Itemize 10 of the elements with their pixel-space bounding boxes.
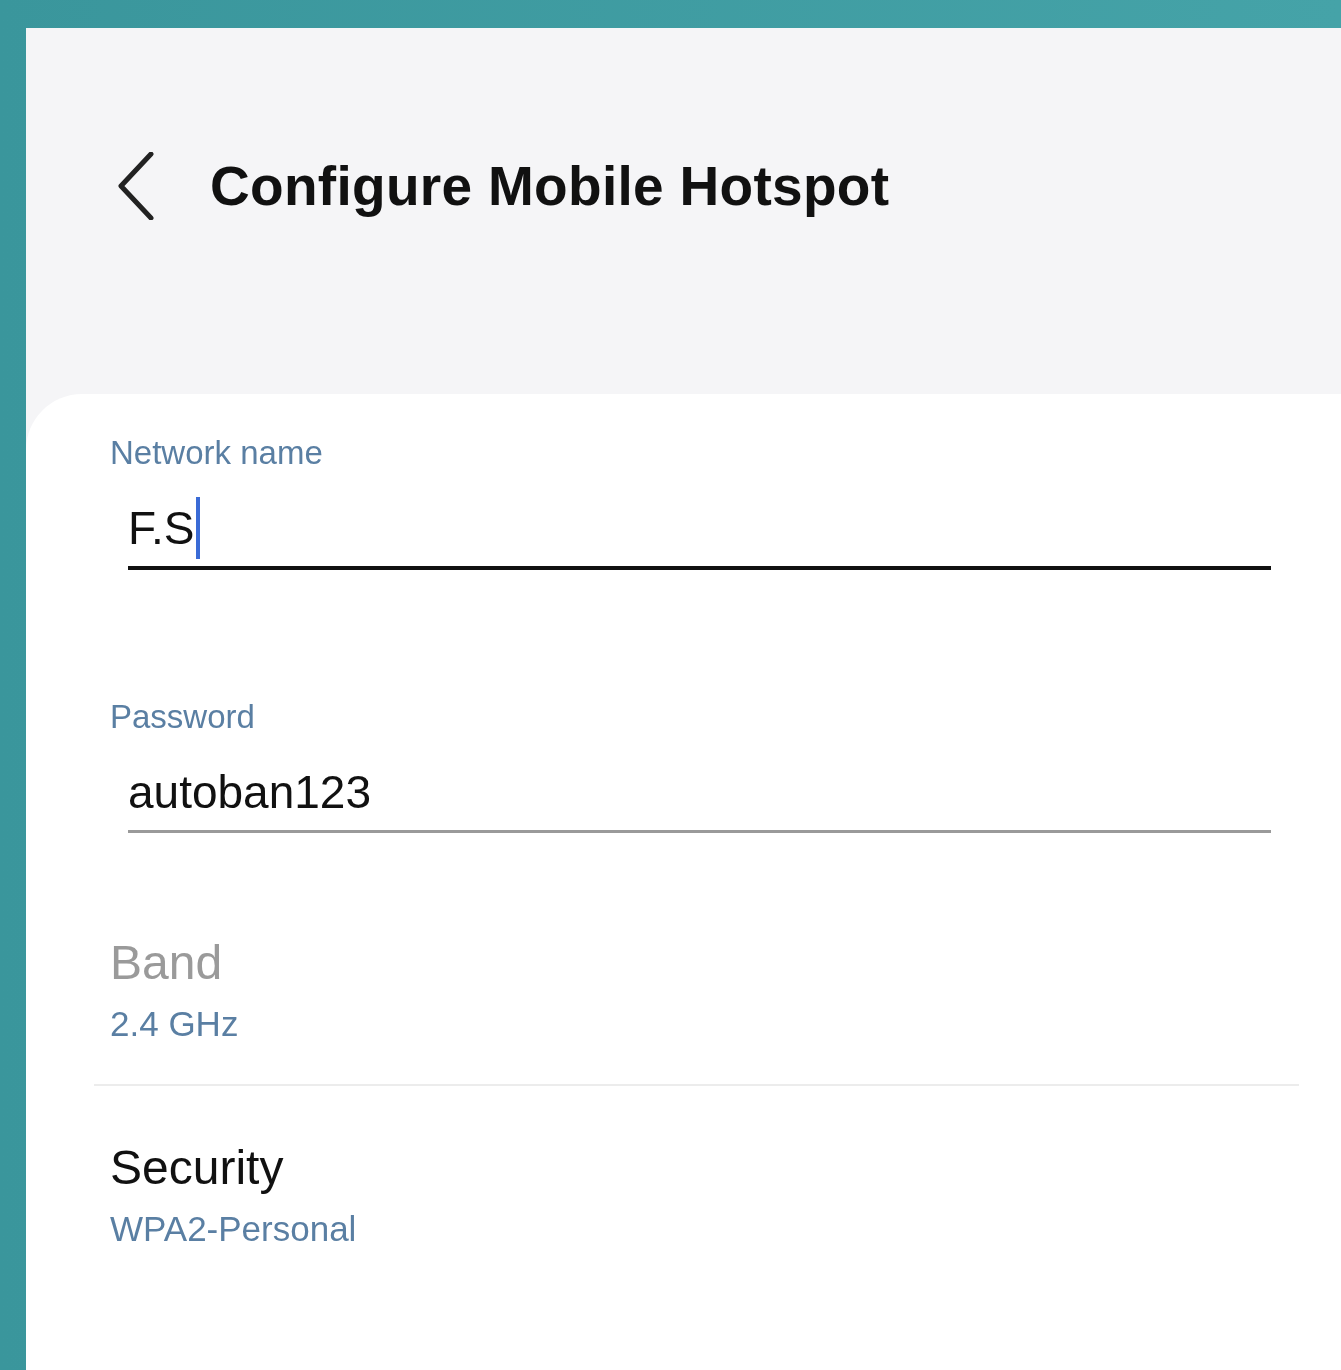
page-title: Configure Mobile Hotspot (210, 154, 890, 218)
field-label: Network name (110, 434, 323, 472)
back-icon (117, 152, 155, 220)
text-field[interactable]: F.S (128, 490, 1271, 570)
setting-value: WPA2-Personal (110, 1209, 357, 1249)
setting-value: 2.4 GHz (110, 1004, 239, 1044)
field-label: Password (110, 698, 255, 736)
setting-title[interactable]: Security (110, 1140, 284, 1195)
text-field[interactable]: autoban123 (128, 754, 1271, 833)
back-button[interactable] (116, 151, 156, 221)
